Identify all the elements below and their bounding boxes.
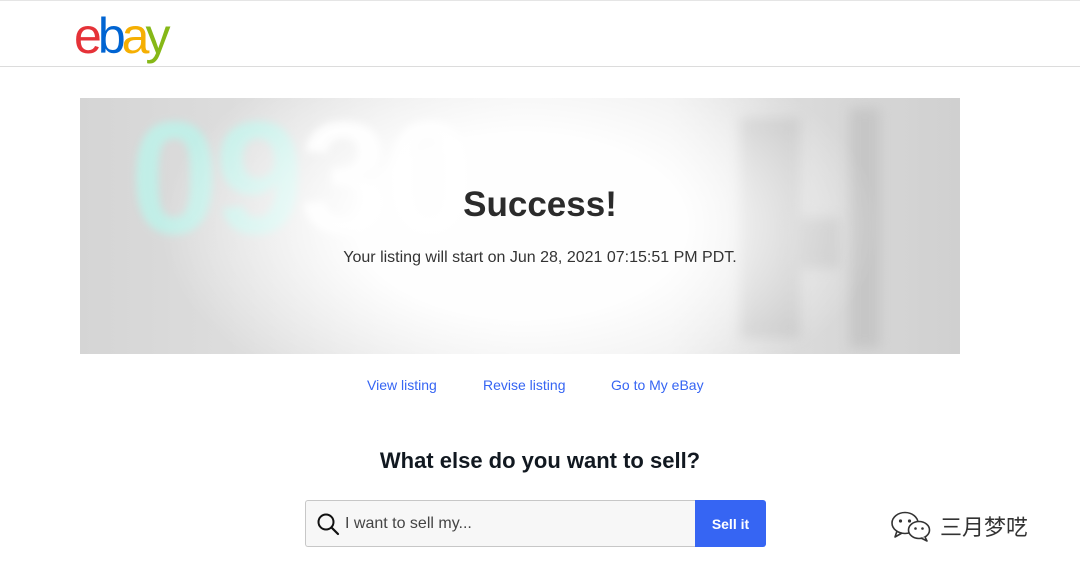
my-ebay-link[interactable]: Go to My eBay [611,377,704,393]
wechat-icon [891,511,931,542]
sell-it-button[interactable]: Sell it [695,500,766,547]
success-banner: 0930 [80,98,960,354]
wechat-watermark: 三月梦呓 [890,508,1028,544]
success-title: Success! [463,185,617,224]
search-icon [317,513,340,536]
logo-letter-y: y [145,8,170,64]
logo-letter-a: a [121,8,150,64]
sell-search-box [305,500,695,547]
sell-heading: What else do you want to sell? [379,448,701,473]
logo-letter-e: e [74,8,102,64]
view-listing-link[interactable]: View listing [367,377,437,393]
listing-start-message: Your listing will start on Jun 28, 2021 … [343,249,737,266]
sell-item-input[interactable] [345,501,685,546]
revise-listing-link[interactable]: Revise listing [483,377,565,393]
watermark-text: 三月梦呓 [940,516,1029,541]
logo-letter-b: b [97,8,126,64]
banner-overlay [80,98,960,354]
ebay-logo[interactable]: ebay [74,7,170,65]
site-header: ebay [0,0,1080,67]
